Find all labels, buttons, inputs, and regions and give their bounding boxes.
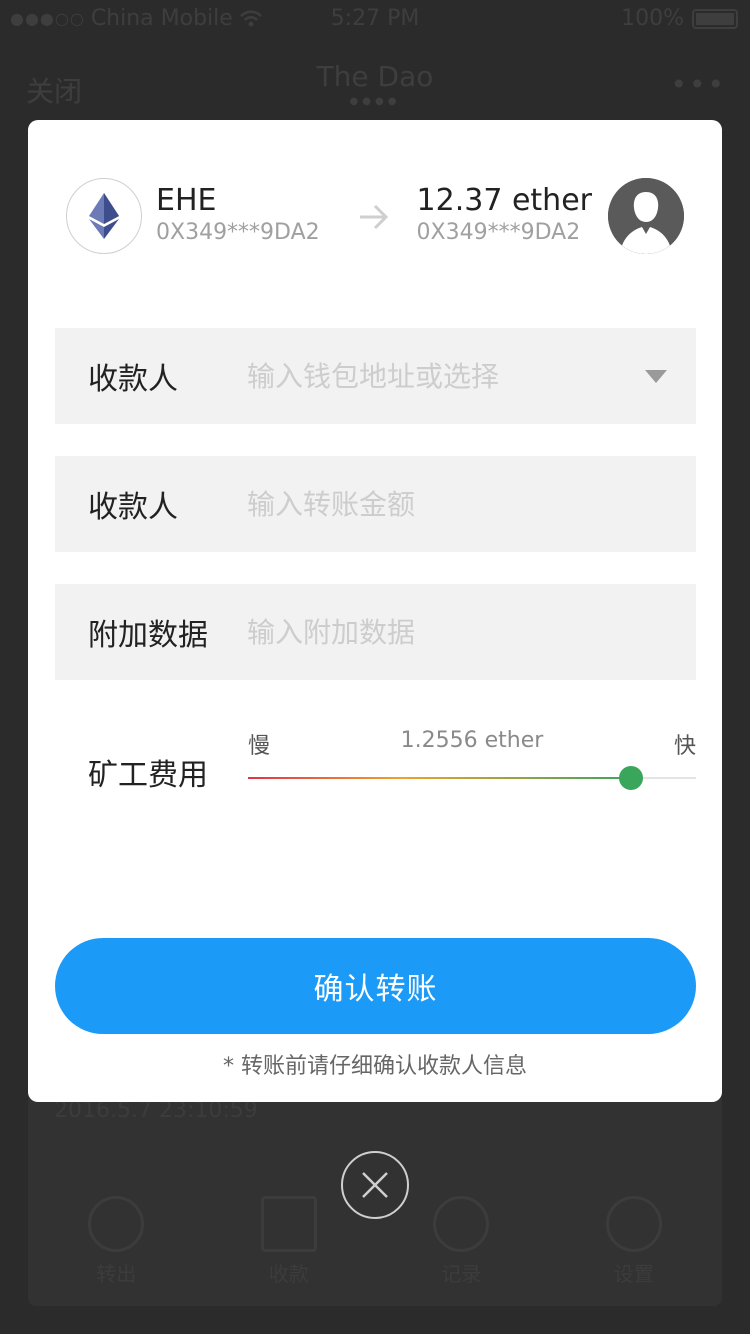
bg-action-settings: 设置 xyxy=(605,1196,662,1287)
bg-action-receive: 收款 xyxy=(260,1196,317,1287)
payee-field[interactable]: 收款人 xyxy=(55,328,696,424)
fee-slider-thumb[interactable] xyxy=(619,766,644,790)
fee-slider[interactable] xyxy=(248,766,696,790)
sender-info: EHE 0X349***9DA2 xyxy=(66,178,320,254)
amount-field[interactable]: 收款人 xyxy=(55,456,696,552)
ethereum-icon xyxy=(66,178,142,254)
bg-action-label: 记录 xyxy=(441,1262,482,1286)
nav-bar: 关闭 The Dao ●●●● ••• xyxy=(0,56,750,116)
bg-action-transfer: 转出 xyxy=(88,1196,145,1287)
miner-fee: 矿工费用 慢 1.2556 ether 快 xyxy=(55,720,696,820)
miner-fee-label: 矿工费用 xyxy=(88,758,208,793)
payee-label: 收款人 xyxy=(88,362,178,397)
close-icon xyxy=(362,1172,388,1198)
fee-value: 1.2556 ether xyxy=(400,728,544,753)
battery-icon xyxy=(692,8,738,29)
confirm-transfer-button[interactable]: 确认转账 xyxy=(55,938,696,1034)
receiver-address: 0X349***9DA2 xyxy=(416,220,581,245)
amount-input[interactable] xyxy=(247,456,696,552)
nav-more-button[interactable]: ••• xyxy=(670,68,726,101)
sender-name: EHE xyxy=(156,183,217,218)
confirm-hint: * 转账前请仔细确认收款人信息 xyxy=(223,1054,527,1079)
fee-fast-label: 快 xyxy=(673,734,696,759)
transfer-modal: EHE 0X349***9DA2 12.37 ether 0X349***9DA… xyxy=(28,120,722,1102)
bg-action-records: 记录 xyxy=(433,1196,490,1287)
battery-percent: 100% xyxy=(621,6,684,31)
nav-title: The Dao xyxy=(316,60,434,93)
extra-data-label: 附加数据 xyxy=(88,618,208,653)
receiver-info: 12.37 ether 0X349***9DA2 xyxy=(417,178,684,254)
status-bar: ●●●○○ China Mobile 5:27 PM 100% xyxy=(0,0,750,40)
extra-data-field[interactable]: 附加数据 xyxy=(55,584,696,680)
dropdown-caret-icon[interactable] xyxy=(616,328,696,424)
arrow-right-icon xyxy=(360,204,389,230)
fee-slider-fill xyxy=(248,777,632,779)
page-indicator: ●●●● xyxy=(349,96,401,107)
sender-address: 0X349***9DA2 xyxy=(156,220,320,245)
gear-icon xyxy=(605,1196,662,1252)
payee-input[interactable] xyxy=(247,328,616,424)
bg-action-label: 设置 xyxy=(613,1262,654,1286)
bg-action-label: 收款 xyxy=(268,1262,309,1286)
clock-icon xyxy=(433,1196,490,1252)
battery-info: 100% xyxy=(621,6,738,31)
close-modal-button[interactable] xyxy=(341,1151,409,1219)
user-avatar-icon xyxy=(608,178,684,254)
transfer-amount: 12.37 ether xyxy=(416,183,592,218)
bg-action-label: 转出 xyxy=(96,1262,137,1286)
transfer-icon xyxy=(88,1196,145,1252)
qr-code-icon xyxy=(260,1196,317,1252)
amount-label: 收款人 xyxy=(88,490,178,525)
extra-data-input[interactable] xyxy=(247,584,696,680)
